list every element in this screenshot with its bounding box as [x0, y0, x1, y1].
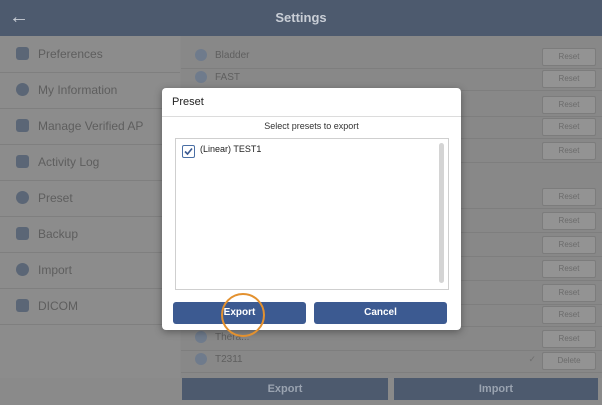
checkmark-icon — [184, 147, 193, 156]
scrollbar[interactable] — [439, 143, 444, 283]
checkbox[interactable] — [182, 145, 195, 158]
tap-highlight-ring — [221, 293, 265, 337]
dialog-subtitle: Select presets to export — [264, 121, 359, 131]
dialog-cancel-button[interactable]: Cancel — [314, 302, 447, 324]
divider — [162, 116, 461, 117]
dialog-title: Preset — [172, 96, 204, 108]
preset-export-dialog: Preset Select presets to export (Linear)… — [162, 88, 461, 330]
preset-item-label: (Linear) TEST1 — [200, 144, 262, 154]
preset-select-list[interactable]: (Linear) TEST1 — [175, 138, 449, 290]
